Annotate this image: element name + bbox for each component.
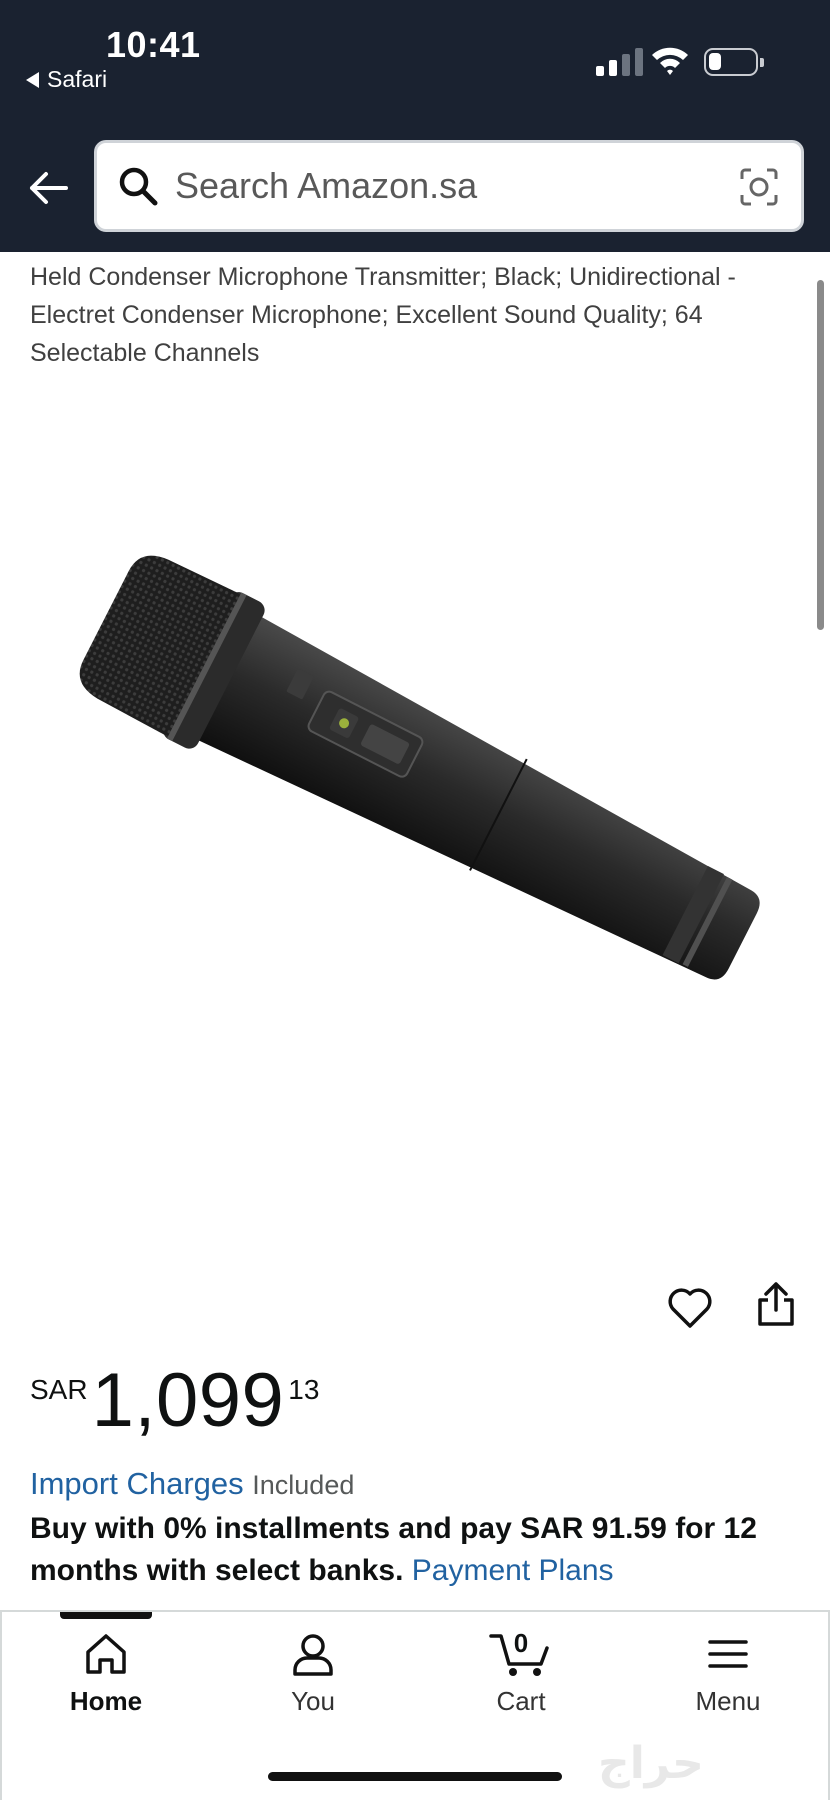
header: 10:41 Safari [0,0,830,252]
import-charges-link[interactable]: Import Charges [30,1466,244,1501]
nav-cart-label: Cart [496,1686,546,1716]
cart-count-badge: 0 [513,1628,529,1658]
product-image[interactable] [20,520,810,1080]
share-icon[interactable] [752,1280,800,1328]
search-input[interactable] [175,157,715,215]
battery-icon [704,48,764,76]
price-currency: SAR [30,1374,88,1405]
search-icon [119,167,158,206]
payment-plans-link[interactable]: Payment Plans [412,1554,614,1587]
nav-you-label: You [291,1686,335,1716]
cellular-signal-icon [596,46,643,76]
nav-you[interactable]: You [243,1630,383,1717]
nav-menu[interactable]: Menu [658,1630,798,1717]
home-indicator[interactable] [268,1772,562,1781]
nav-menu-label: Menu [695,1686,761,1716]
back-app-label: Safari [47,66,108,92]
price-fraction: 13 [288,1374,320,1405]
installments-offer: Buy with 0% installments and pay SAR 91.… [30,1508,810,1592]
search-bar[interactable] [94,140,804,232]
scrollbar[interactable] [817,280,824,630]
home-icon [86,1634,126,1674]
product-title: Held Condenser Microphone Transmitter; B… [30,263,736,367]
watermark: حراج [598,1739,704,1788]
heart-icon[interactable] [666,1284,714,1332]
installments-text: Buy with 0% installments and pay SAR 91.… [30,1512,757,1587]
back-arrow-icon[interactable] [26,166,70,210]
product-price: SAR 1,099 13 [30,1356,319,1446]
menu-icon [708,1640,748,1668]
wifi-icon [652,47,688,75]
status-time: 10:41 [106,24,201,65]
back-triangle-icon [26,71,39,88]
import-charges: Import Charges Included [30,1466,354,1502]
nav-cart[interactable]: 0 Cart [451,1628,591,1717]
import-charges-status: Included [252,1470,355,1500]
nav-home-label: Home [69,1686,143,1716]
person-icon [293,1634,333,1676]
back-to-app-link[interactable]: Safari [26,66,107,93]
nav-home[interactable]: Home [36,1630,176,1717]
camera-lens-icon[interactable] [739,167,779,207]
price-whole: 1,099 [91,1358,285,1443]
active-tab-indicator [60,1612,152,1619]
